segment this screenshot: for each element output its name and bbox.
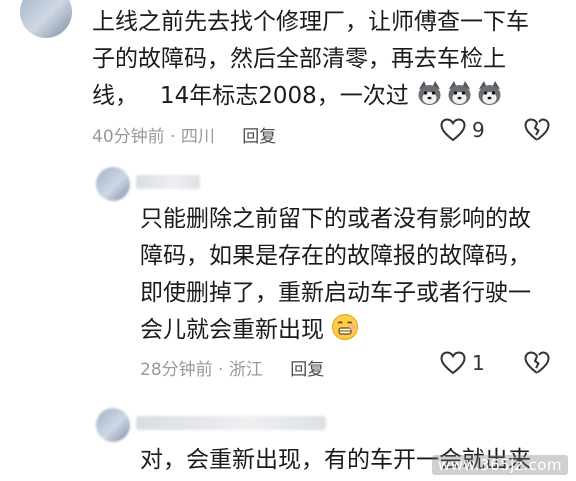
comment-line-text: 会儿就会重新出现	[140, 317, 324, 343]
comment-line: 只能删除之前留下的或者没有影响的故	[140, 206, 531, 232]
broken-heart-icon	[524, 351, 550, 374]
comment-line: 上线之前先去找个修理厂，让师傅查一下车	[92, 9, 529, 35]
broken-heart-icon	[524, 118, 550, 141]
username-blurred	[136, 175, 200, 189]
avatar[interactable]	[96, 408, 130, 442]
reply-button[interactable]: 回复	[242, 127, 276, 147]
like-button[interactable]: 1	[440, 351, 485, 375]
comment-line: 即使删掉了，重新启动车子或者行驶一	[140, 280, 531, 306]
comment-line: 会儿就会重新出现	[140, 312, 531, 353]
avatar[interactable]	[96, 167, 130, 201]
dislike-button[interactable]	[524, 118, 550, 146]
comment-line: 子的故障码，然后全部清零，再去车检上	[92, 46, 506, 72]
comment-time-location: 40分钟前 · 四川	[92, 127, 215, 147]
comment-line-text: 线， 14年标志2008，一次过	[92, 83, 409, 109]
watermark: www.365jz.com	[431, 455, 568, 475]
comment-1: 上线之前先去找个修理厂，让师傅查一下车 子的故障码，然后全部清零，再去车检上 线…	[0, 0, 576, 155]
comment-2: 只能删除之前留下的或者没有影响的故 障码，如果是存在的故障报的故障码， 即使删掉…	[0, 155, 576, 380]
dislike-button[interactable]	[524, 351, 550, 379]
avatar[interactable]	[20, 0, 72, 38]
comment-text: 上线之前先去找个修理厂，让师傅查一下车 子的故障码，然后全部清零，再去车检上 线…	[92, 4, 529, 119]
comment-text: 只能删除之前留下的或者没有影响的故 障码，如果是存在的故障报的故障码， 即使删掉…	[140, 201, 531, 353]
like-button[interactable]: 9	[440, 118, 485, 142]
comment-line: 障码，如果是存在的故障报的故障码，	[140, 243, 531, 269]
comment-meta: 28分钟前 · 浙江 回复	[140, 355, 324, 380]
grimace-emoji	[331, 313, 359, 353]
comment-time-location: 28分钟前 · 浙江	[140, 360, 263, 380]
like-count: 1	[472, 351, 485, 375]
heart-icon	[440, 351, 466, 375]
heart-icon	[440, 118, 466, 142]
comment-meta: 40分钟前 · 四川 回复	[92, 122, 276, 147]
reply-button[interactable]: 回复	[290, 360, 324, 380]
husky-emoji	[416, 79, 506, 119]
like-count: 9	[472, 118, 485, 142]
comment-line: 线， 14年标志2008，一次过	[92, 78, 529, 119]
username-blurred	[136, 416, 326, 430]
